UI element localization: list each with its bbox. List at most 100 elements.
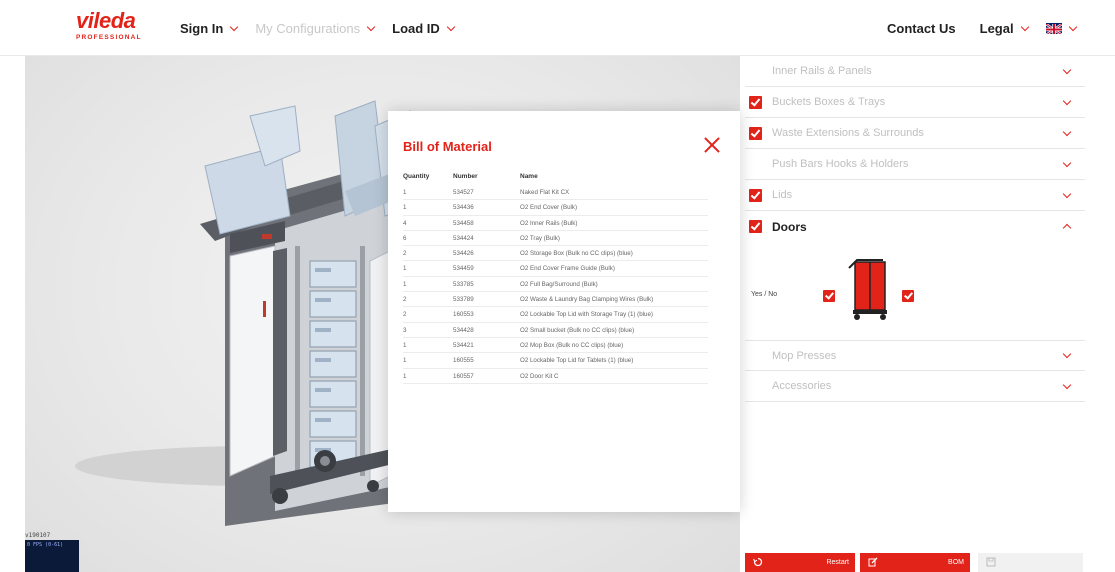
door-trolley-thumbnail[interactable] bbox=[845, 256, 893, 322]
bom-button[interactable]: BOM bbox=[860, 553, 970, 572]
load-id-menu[interactable]: Load ID bbox=[392, 20, 456, 36]
yes-no-label: Yes / No bbox=[751, 291, 778, 298]
row-quantity: 2 bbox=[403, 296, 407, 304]
category-mop-presses[interactable]: Mop Presses bbox=[745, 340, 1085, 371]
row-name: O2 Door Kit C bbox=[520, 372, 559, 380]
category-buckets-boxes-trays[interactable]: Buckets Boxes & Trays bbox=[745, 87, 1085, 118]
row-name: O2 End Cover Frame Guide (Bulk) bbox=[520, 265, 615, 273]
chevron-down-icon bbox=[1062, 380, 1072, 389]
bill-of-material-dialog: Bill of Material Quantity Number Name 1 5… bbox=[388, 111, 740, 512]
category-inner-rails-panels[interactable]: Inner Rails & Panels bbox=[745, 56, 1085, 87]
category-waste-extensions-surrounds[interactable]: Waste Extensions & Surrounds bbox=[745, 118, 1085, 149]
chevron-down-icon bbox=[366, 22, 376, 31]
panel-action-buttons: Restart BOM bbox=[745, 553, 1085, 572]
uk-flag-icon bbox=[1045, 22, 1062, 34]
table-row: 4 534458 O2 Inner Rails (Bulk) bbox=[403, 216, 708, 231]
version-label: v190107 bbox=[25, 532, 51, 539]
row-quantity: 1 bbox=[403, 204, 407, 212]
category-label: Inner Rails & Panels bbox=[772, 65, 872, 77]
table-row: 1 534527 Naked Flat Kit CX bbox=[403, 185, 708, 201]
category-label: Lids bbox=[772, 189, 793, 201]
contact-us-link[interactable]: Contact Us bbox=[887, 21, 956, 36]
category-checkbox[interactable] bbox=[749, 220, 762, 233]
configuration-panel: Inner Rails & Panels Buckets Boxes & Tra… bbox=[745, 56, 1085, 572]
chevron-down-icon bbox=[230, 22, 239, 31]
category-checkbox[interactable] bbox=[749, 188, 762, 202]
bom-label: BOM bbox=[948, 559, 964, 566]
column-number: Number bbox=[453, 173, 478, 180]
chevron-down-icon bbox=[1062, 65, 1072, 74]
legal-menu[interactable]: Legal bbox=[979, 20, 1029, 36]
row-quantity: 2 bbox=[403, 311, 407, 319]
row-quantity: 6 bbox=[403, 234, 407, 242]
table-row: 3 534428 O2 Small bucket (Bulk no CC clips… bbox=[403, 323, 708, 338]
legal-label: Legal bbox=[979, 20, 1014, 36]
row-name: O2 Full Bag/Surround (Bulk) bbox=[520, 280, 598, 288]
save-button[interactable] bbox=[978, 553, 1083, 572]
category-label: Accessories bbox=[772, 380, 832, 392]
chevron-down-icon bbox=[446, 22, 456, 31]
vileda-logo[interactable]: vileda PROFESSIONAL bbox=[76, 10, 150, 46]
row-number: 534424 bbox=[453, 234, 474, 242]
table-row: 6 534424 O2 Tray (Bulk) bbox=[403, 231, 708, 247]
row-number: 534436 bbox=[453, 204, 474, 212]
category-checkbox[interactable] bbox=[749, 126, 762, 140]
my-configurations-menu[interactable]: My Configurations bbox=[255, 20, 376, 36]
my-configurations-label: My Configurations bbox=[255, 20, 361, 36]
table-row: 2 534426 O2 Storage Box (Bulk no CC clips)… bbox=[403, 246, 708, 262]
category-lids[interactable]: Lids bbox=[745, 180, 1085, 211]
row-number: 534426 bbox=[453, 250, 474, 258]
row-quantity: 1 bbox=[403, 341, 407, 349]
category-checkbox[interactable] bbox=[749, 95, 762, 109]
row-name: O2 Lockable Top Lid with Storage Tray (1… bbox=[520, 311, 653, 319]
close-icon[interactable] bbox=[704, 137, 720, 153]
row-number: 533785 bbox=[453, 280, 474, 288]
row-quantity: 4 bbox=[403, 219, 407, 227]
row-name: O2 Mop Box (Bulk no CC clips) (blue) bbox=[520, 341, 624, 349]
category-label: Doors bbox=[772, 219, 807, 234]
logo-wordmark: vileda bbox=[76, 8, 136, 33]
category-label: Waste Extensions & Surrounds bbox=[772, 127, 924, 139]
doors-options: Yes / No bbox=[745, 259, 1085, 339]
bom-edit-icon bbox=[868, 557, 878, 567]
table-row: 2 533789 O2 Waste & Laundry Bag Clamping W… bbox=[403, 292, 708, 308]
row-name: O2 End Cover (Bulk) bbox=[520, 204, 578, 212]
chevron-down-icon bbox=[1062, 349, 1072, 359]
row-quantity: 1 bbox=[403, 265, 407, 273]
door-option-checkbox[interactable] bbox=[902, 290, 914, 302]
sign-in-menu[interactable]: Sign In bbox=[180, 20, 239, 36]
load-id-label: Load ID bbox=[392, 20, 440, 36]
nav-right: Contact Us Legal bbox=[887, 0, 1077, 56]
row-name: O2 Tray (Bulk) bbox=[520, 234, 560, 242]
row-number: 534428 bbox=[453, 326, 474, 334]
top-navigation-bar: vileda PROFESSIONAL Sign In My Configura… bbox=[0, 0, 1115, 56]
chevron-down-icon bbox=[1062, 189, 1072, 198]
row-quantity: 1 bbox=[403, 357, 407, 365]
restart-label: Restart bbox=[826, 559, 849, 566]
nav-left: Sign In My Configurations Load ID bbox=[180, 0, 456, 56]
language-selector[interactable] bbox=[1045, 22, 1077, 34]
restart-button[interactable]: Restart bbox=[745, 553, 855, 572]
row-number: 160555 bbox=[453, 357, 474, 365]
sign-in-label: Sign In bbox=[180, 20, 224, 36]
row-name: O2 Storage Box (Bulk no CC clips) (blue) bbox=[520, 250, 633, 258]
logo-subtext: PROFESSIONAL bbox=[76, 34, 142, 41]
table-row: 1 534421 O2 Mop Box (Bulk no CC clips) (bl… bbox=[403, 338, 708, 354]
row-quantity: 3 bbox=[403, 326, 407, 334]
row-name: O2 Inner Rails (Bulk) bbox=[520, 219, 578, 227]
row-quantity: 1 bbox=[403, 280, 407, 288]
bom-table-body: 1 534527 Naked Flat Kit CX 1 534436 O2 End Co… bbox=[403, 185, 708, 384]
table-row: 1 534459 O2 End Cover Frame Guide (Bulk) bbox=[403, 261, 708, 277]
category-label: Push Bars Hooks & Holders bbox=[772, 158, 909, 170]
category-accessories[interactable]: Accessories bbox=[745, 371, 1085, 402]
category-push-bars-hooks-holders[interactable]: Push Bars Hooks & Holders bbox=[745, 149, 1085, 180]
door-option-checkbox[interactable] bbox=[823, 290, 835, 302]
contact-us-label: Contact Us bbox=[887, 20, 956, 36]
column-name: Name bbox=[520, 173, 538, 180]
fps-counter: 0 FPS (0-61) bbox=[25, 540, 79, 572]
row-number: 534527 bbox=[453, 189, 474, 196]
column-quantity: Quantity bbox=[403, 173, 430, 180]
category-label: Buckets Boxes & Trays bbox=[772, 96, 886, 108]
dialog-title: Bill of Material bbox=[403, 139, 492, 154]
category-doors[interactable]: Doors bbox=[745, 211, 1085, 242]
